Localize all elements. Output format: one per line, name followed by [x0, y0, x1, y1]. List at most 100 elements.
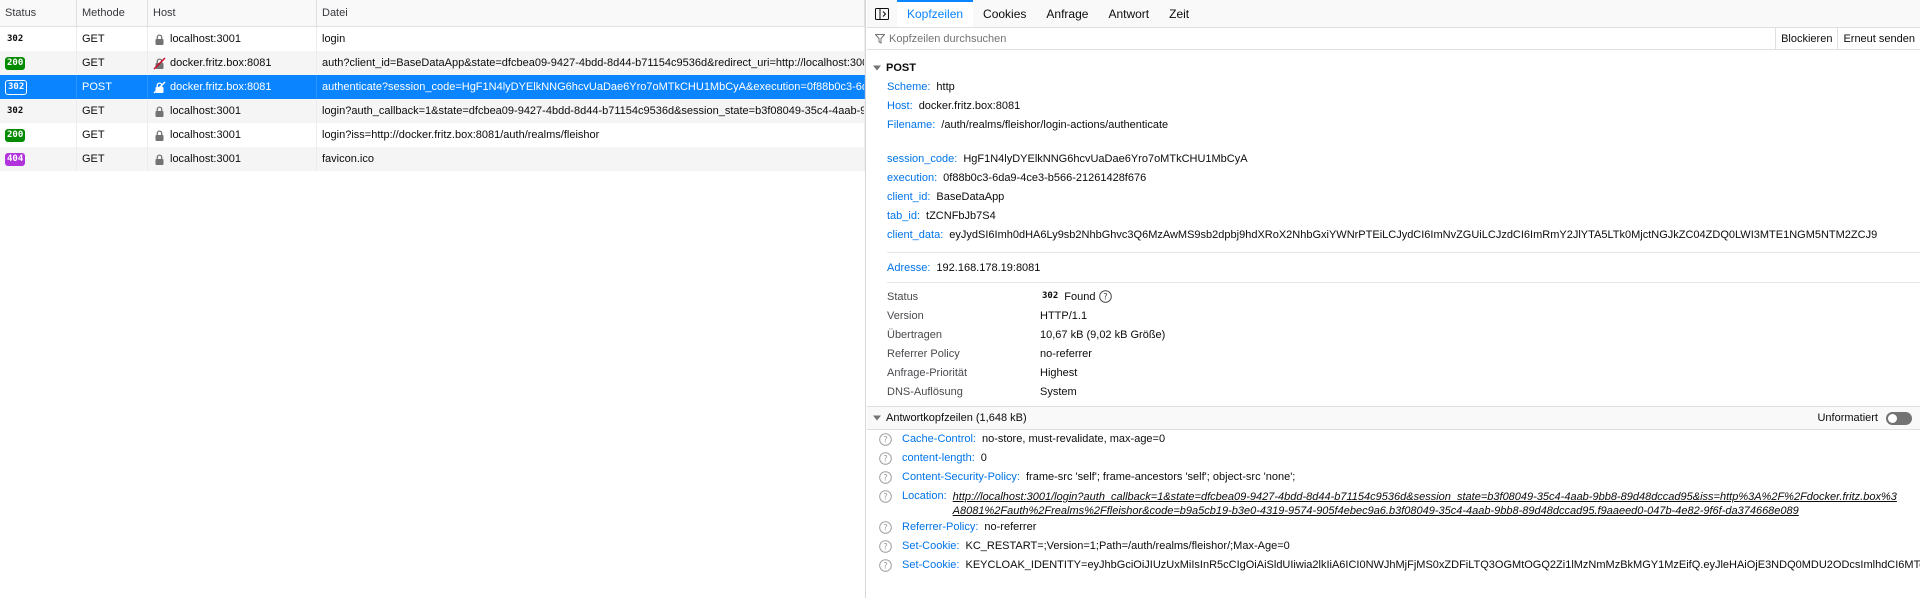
filter-wrap — [867, 32, 1775, 45]
tab-headers[interactable]: Kopfzeilen — [897, 0, 974, 27]
status-cell: 200 — [0, 51, 77, 75]
headers-filter-bar: Blockieren Erneut senden — [867, 28, 1920, 50]
help-icon[interactable]: ? — [1099, 290, 1113, 303]
request-row-selected[interactable]: 302 POST docker.fritz.box:8081 authentic… — [0, 75, 865, 99]
header-row: ? Content-Security-Policy: frame-src 'sel… — [867, 468, 1920, 487]
request-row[interactable]: 302 GET localhost:3001 login?auth_callba… — [0, 99, 865, 123]
header-row: ? Referrer-Policy: no-referrer — [867, 518, 1920, 537]
method-cell: POST — [77, 75, 148, 99]
tab-cookies[interactable]: Cookies — [973, 0, 1036, 27]
header-value: no-store, must-revalidate, max-age=0 — [981, 433, 1166, 445]
host-key: Host: — [887, 99, 913, 112]
status-code: 302 — [7, 33, 24, 44]
help-icon[interactable]: ? — [879, 521, 892, 534]
param-value: HgF1N4lyDYElkNNG6hcvUaDae6Yro7oMTkCHU1Mb… — [963, 152, 1248, 165]
file-cell: login — [317, 27, 865, 51]
tab-response[interactable]: Antwort — [1098, 0, 1159, 27]
column-header-method[interactable]: Methode — [77, 0, 148, 26]
host-cell: localhost:3001 — [148, 147, 317, 171]
lock-icon — [155, 129, 164, 141]
location-link[interactable]: http://localhost:3001/login?auth_callbac… — [953, 490, 1899, 518]
method-cell: GET — [77, 147, 148, 171]
status-code: 302 — [5, 79, 28, 95]
host-value: docker.fritz.box:8081 — [918, 99, 1021, 112]
summary-value: 10,67 kB (9,02 kB Größe) — [1040, 328, 1166, 341]
response-headers-section-header[interactable]: Antwortkopfzeilen (1,648 kB) Unformatier… — [867, 406, 1920, 430]
help-icon[interactable]: ? — [879, 540, 892, 553]
file-cell: favicon.ico — [317, 147, 865, 171]
divider — [887, 282, 1920, 283]
svg-text:?: ? — [883, 543, 888, 553]
help-icon[interactable]: ? — [879, 433, 892, 446]
status-cell: 302 — [0, 27, 77, 51]
scheme-row: Scheme: http — [867, 77, 1920, 96]
insecure-lock-icon — [153, 57, 166, 69]
help-icon[interactable]: ? — [879, 490, 892, 503]
host-text: localhost:3001 — [170, 129, 241, 141]
header-key: Set-Cookie: — [902, 540, 960, 552]
details-panel: Kopfzeilen Cookies Anfrage Antwort Zeit … — [867, 0, 1920, 598]
summary-row: DNS-Auflösung System — [867, 382, 1920, 401]
header-value: KEYCLOAK_IDENTITY=eyJhbGciOiJIUzUxMiIsIn… — [965, 559, 1920, 571]
status-code: 302 — [7, 105, 24, 116]
header-row: ? Location: http://localhost:3001/login?a… — [867, 487, 1920, 518]
header-row: ? content-length: 0 — [867, 449, 1920, 468]
scheme-key: Scheme: — [887, 80, 931, 93]
column-header-host[interactable]: Host — [148, 0, 317, 26]
filter-icon — [875, 33, 885, 44]
help-icon[interactable]: ? — [879, 559, 892, 572]
request-list-panel: Status Methode Host Datei 302 GET localh… — [0, 0, 866, 598]
svg-text:?: ? — [883, 455, 888, 465]
status-cell: 302 — [0, 99, 77, 123]
details-tabbar: Kopfzeilen Cookies Anfrage Antwort Zeit — [867, 0, 1920, 28]
help-icon[interactable]: ? — [879, 471, 892, 484]
summary-row: Version HTTP/1.1 — [867, 306, 1920, 325]
address-value: 192.168.178.19:8081 — [936, 261, 1041, 274]
request-row[interactable]: 302 GET localhost:3001 login — [0, 27, 865, 51]
column-header-file[interactable]: Datei — [317, 0, 865, 26]
summary-value: Found — [1064, 290, 1096, 303]
summary-row: Anfrage-Priorität Highest — [867, 363, 1920, 382]
method-cell: GET — [77, 51, 148, 75]
svg-text:?: ? — [883, 524, 888, 534]
param-key: client_id: — [887, 190, 931, 203]
panel-toggle-icon — [875, 7, 889, 20]
raw-toggle-switch[interactable] — [1886, 411, 1912, 425]
param-key: execution: — [887, 171, 938, 184]
resend-button[interactable]: Erneut senden — [1837, 28, 1920, 49]
header-key: content-length: — [902, 452, 975, 464]
summary-row: Referrer Policy no-referrer — [867, 344, 1920, 363]
host-text: localhost:3001 — [170, 33, 241, 45]
header-row: ? Set-Cookie: KC_RESTART=;Version=1;Path=… — [867, 537, 1920, 556]
status-cell: 302 — [0, 75, 77, 99]
column-header-status[interactable]: Status — [0, 0, 77, 26]
param-key: session_code: — [887, 152, 958, 165]
lock-icon — [155, 33, 164, 45]
header-row: ? Cache-Control: no-store, must-revalidat… — [867, 430, 1920, 449]
filename-row: Filename: /auth/realms/fleishor/login-act… — [867, 115, 1920, 134]
file-cell: login?iss=http://docker.fritz.box:8081/a… — [317, 123, 865, 147]
status-cell: 404 — [0, 147, 77, 171]
triangle-down-icon — [873, 415, 881, 421]
address-key: Adresse: — [887, 261, 931, 274]
help-icon[interactable]: ? — [879, 452, 892, 465]
request-section-header[interactable]: POST — [867, 58, 1920, 77]
request-row[interactable]: 200 GET localhost:3001 login?iss=http://… — [0, 123, 865, 147]
address-row: Adresse: 192.168.178.19:8081 — [867, 258, 1920, 277]
request-method-title: POST — [886, 61, 916, 74]
filter-headers-input[interactable] — [889, 32, 1289, 45]
tab-request[interactable]: Anfrage — [1036, 0, 1098, 27]
block-button[interactable]: Blockieren — [1775, 28, 1837, 49]
summary-key: Version — [887, 309, 924, 322]
host-text: localhost:3001 — [170, 153, 241, 165]
toggle-sidebar-button[interactable] — [867, 0, 897, 27]
request-row[interactable]: 200 GET docker.fritz.box:8081 auth?clien… — [0, 51, 865, 75]
svg-text:?: ? — [883, 474, 888, 484]
file-cell: login?auth_callback=1&state=dfcbea09-942… — [317, 99, 865, 123]
summary-key: DNS-Auflösung — [887, 385, 963, 398]
status-cell: 200 — [0, 123, 77, 147]
request-row[interactable]: 404 GET localhost:3001 favicon.ico — [0, 147, 865, 171]
tab-timings[interactable]: Zeit — [1159, 0, 1199, 27]
request-list-header: Status Methode Host Datei — [0, 0, 865, 27]
response-headers-list: ? Cache-Control: no-store, must-revalidat… — [867, 430, 1920, 575]
